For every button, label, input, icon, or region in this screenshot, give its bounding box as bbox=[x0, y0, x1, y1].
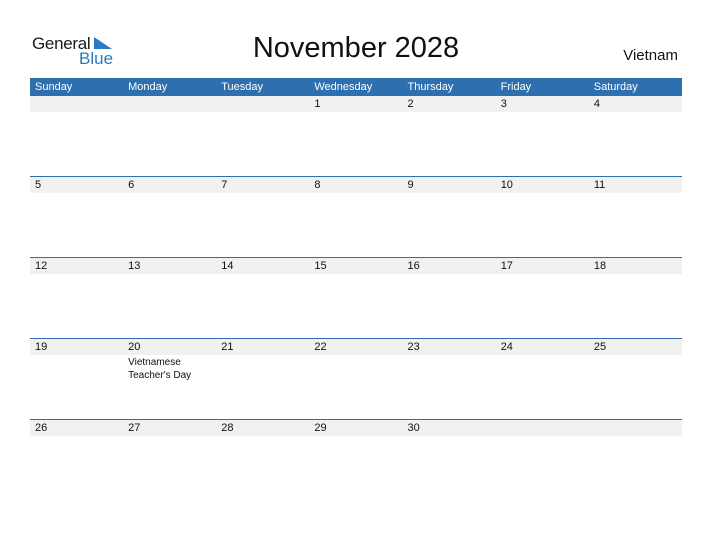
day-number: 16 bbox=[407, 260, 420, 272]
day-cell[interactable]: 21 bbox=[216, 338, 309, 419]
calendar-title: November 2028 bbox=[252, 32, 460, 64]
day-cell[interactable]: 6 bbox=[123, 176, 216, 257]
day-number: 8 bbox=[314, 179, 321, 191]
day-cell[interactable]: 4 bbox=[589, 96, 682, 177]
day-cell[interactable]: 2 bbox=[403, 96, 496, 177]
day-cell[interactable]: 17 bbox=[496, 257, 589, 338]
day-cell[interactable]: 24 bbox=[496, 338, 589, 419]
day-cell[interactable]: 7 bbox=[216, 176, 309, 257]
week-row: 19 20 Vietnamese Teacher's Day 21 22 23 24 25 bbox=[30, 338, 682, 419]
day-number: 4 bbox=[593, 98, 600, 110]
day-number: 26 bbox=[35, 422, 48, 434]
day-cell[interactable]: 22 bbox=[309, 338, 402, 419]
day-cell[interactable]: 29 bbox=[309, 419, 402, 500]
day-number: 17 bbox=[500, 260, 513, 272]
day-cell[interactable]: 5 bbox=[30, 176, 123, 257]
day-cell[interactable]: 10 bbox=[496, 176, 589, 257]
day-number: 14 bbox=[221, 260, 234, 272]
day-cell[interactable]: 18 bbox=[589, 257, 682, 338]
day-cell[interactable]: 14 bbox=[216, 257, 309, 338]
day-number: 30 bbox=[407, 422, 420, 434]
holiday-event: Vietnamese Teacher's Day bbox=[128, 357, 192, 381]
day-number: 10 bbox=[500, 179, 513, 191]
day-cell[interactable]: 13 bbox=[123, 257, 216, 338]
day-number: 22 bbox=[314, 341, 327, 353]
day-number: 13 bbox=[128, 260, 141, 272]
day-cell[interactable]: 9 bbox=[403, 176, 496, 257]
weekday-monday: Monday bbox=[128, 81, 168, 93]
weekday-header: Sunday Monday Tuesday Wednesday Thursday… bbox=[30, 78, 682, 96]
day-number: 15 bbox=[314, 260, 327, 272]
weekday-friday: Friday bbox=[500, 81, 532, 93]
week-row: 12 13 14 15 16 17 18 bbox=[30, 257, 682, 338]
day-cell[interactable]: 8 bbox=[309, 176, 402, 257]
day-cell[interactable] bbox=[30, 96, 123, 177]
day-cell[interactable]: 15 bbox=[309, 257, 402, 338]
weekday-sunday: Sunday bbox=[35, 81, 73, 93]
day-number: 11 bbox=[593, 179, 606, 191]
day-cell[interactable]: 28 bbox=[216, 419, 309, 500]
week-row: 26 27 28 29 30 bbox=[30, 419, 682, 500]
day-number: 18 bbox=[593, 260, 607, 272]
weekday-tuesday: Tuesday bbox=[221, 81, 264, 93]
weekday-wednesday: Wednesday bbox=[314, 81, 373, 93]
day-number: 1 bbox=[314, 98, 321, 110]
day-number: 28 bbox=[221, 422, 234, 434]
day-cell[interactable] bbox=[496, 419, 589, 500]
day-number: 21 bbox=[221, 341, 234, 353]
day-number: 24 bbox=[500, 341, 513, 353]
day-cell[interactable]: 12 bbox=[30, 257, 123, 338]
day-cell[interactable]: 3 bbox=[496, 96, 589, 177]
day-cell[interactable]: 11 bbox=[589, 176, 682, 257]
day-number bbox=[501, 419, 589, 420]
day-number: 27 bbox=[128, 422, 141, 434]
day-number: 5 bbox=[35, 179, 42, 191]
day-cell[interactable]: 26 bbox=[30, 419, 123, 500]
day-cell[interactable]: 19 bbox=[30, 338, 123, 419]
day-number: 19 bbox=[35, 341, 48, 353]
day-number: 12 bbox=[35, 260, 48, 272]
day-number: 3 bbox=[500, 98, 507, 110]
day-number: 9 bbox=[407, 179, 414, 191]
weekday-saturday: Saturday bbox=[593, 81, 638, 93]
day-cell[interactable]: 25 bbox=[589, 338, 682, 419]
country-label: Vietnam bbox=[623, 47, 678, 64]
day-cell[interactable] bbox=[216, 96, 309, 177]
day-cell[interactable]: 23 bbox=[403, 338, 496, 419]
day-cell[interactable]: 27 bbox=[123, 419, 216, 500]
weekday-thursday: Thursday bbox=[407, 81, 454, 93]
week-row: 1 2 3 4 bbox=[30, 96, 682, 177]
day-cell[interactable]: 30 bbox=[403, 419, 496, 500]
day-number: 25 bbox=[593, 341, 607, 353]
day-cell[interactable] bbox=[589, 419, 682, 500]
day-number: 7 bbox=[221, 179, 228, 191]
day-number: 6 bbox=[128, 179, 135, 191]
day-number: 20 bbox=[128, 341, 141, 353]
day-cell[interactable] bbox=[123, 96, 216, 177]
day-number bbox=[594, 419, 682, 420]
day-number: 29 bbox=[314, 422, 327, 434]
day-cell[interactable]: 20 Vietnamese Teacher's Day bbox=[123, 338, 216, 419]
day-number: 23 bbox=[407, 341, 420, 353]
day-cell[interactable]: 1 bbox=[309, 96, 402, 177]
week-row: 5 6 7 8 9 10 11 bbox=[30, 176, 682, 257]
day-cell[interactable]: 16 bbox=[403, 257, 496, 338]
day-number: 2 bbox=[407, 98, 414, 110]
